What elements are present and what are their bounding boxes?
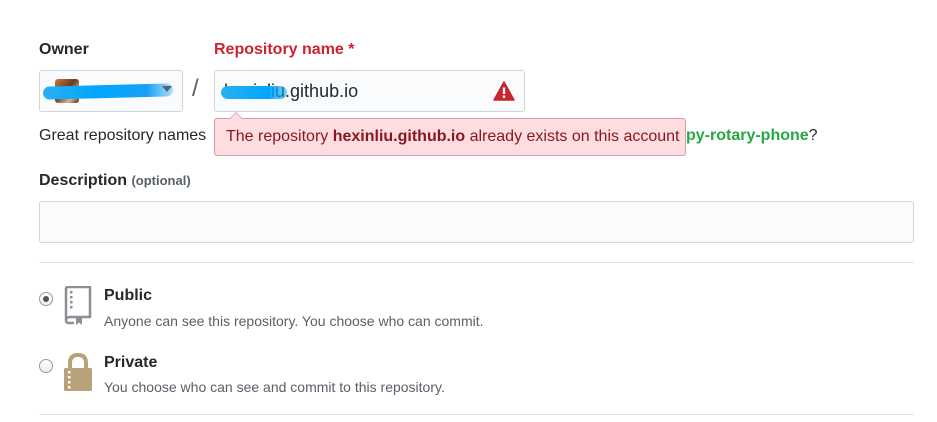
error-repository-name: hexinliu.github.io (332, 128, 466, 145)
owner-select[interactable] (39, 70, 183, 112)
repo-book-icon (64, 286, 92, 325)
public-option-title: Public (104, 287, 153, 304)
lock-icon (64, 352, 92, 391)
repository-name-hint: Great repository names (39, 127, 207, 144)
private-radio[interactable] (39, 359, 53, 373)
description-input[interactable] (39, 201, 914, 243)
public-radio[interactable] (39, 292, 53, 306)
repository-exists-error: The repository hexinliu.github.io alread… (214, 112, 686, 156)
alert-triangle-icon (493, 81, 515, 101)
new-repository-form: Owner Repository name * / Great reposito… (0, 0, 937, 422)
error-text-before: The repository (226, 128, 333, 145)
error-text-after: already exists on this account (465, 128, 680, 145)
section-divider (39, 262, 914, 263)
description-label-text: Description (39, 172, 128, 189)
public-radio-selected-dot (43, 296, 49, 302)
public-option-description: Anyone can see this repository. You choo… (104, 313, 484, 329)
private-option-description: You choose who can see and commit to thi… (104, 379, 445, 395)
repository-name-label: Repository name * (214, 41, 355, 58)
owner-label: Owner (39, 41, 89, 58)
description-label: Description (optional) (39, 172, 191, 190)
suggestion-suffix: ? (808, 127, 818, 144)
section-divider (39, 414, 914, 415)
chevron-down-icon (162, 86, 172, 92)
suggestion-name[interactable]: py-rotary-phone (686, 127, 809, 144)
owner-repo-separator: / (192, 75, 199, 102)
description-optional-hint: (optional) (131, 173, 191, 188)
repository-name-suggestion[interactable]: py-rotary-phone? (686, 127, 818, 145)
repository-redaction-scribble (221, 86, 287, 99)
owner-redaction-scribble (42, 83, 174, 100)
private-option-title: Private (104, 354, 158, 371)
